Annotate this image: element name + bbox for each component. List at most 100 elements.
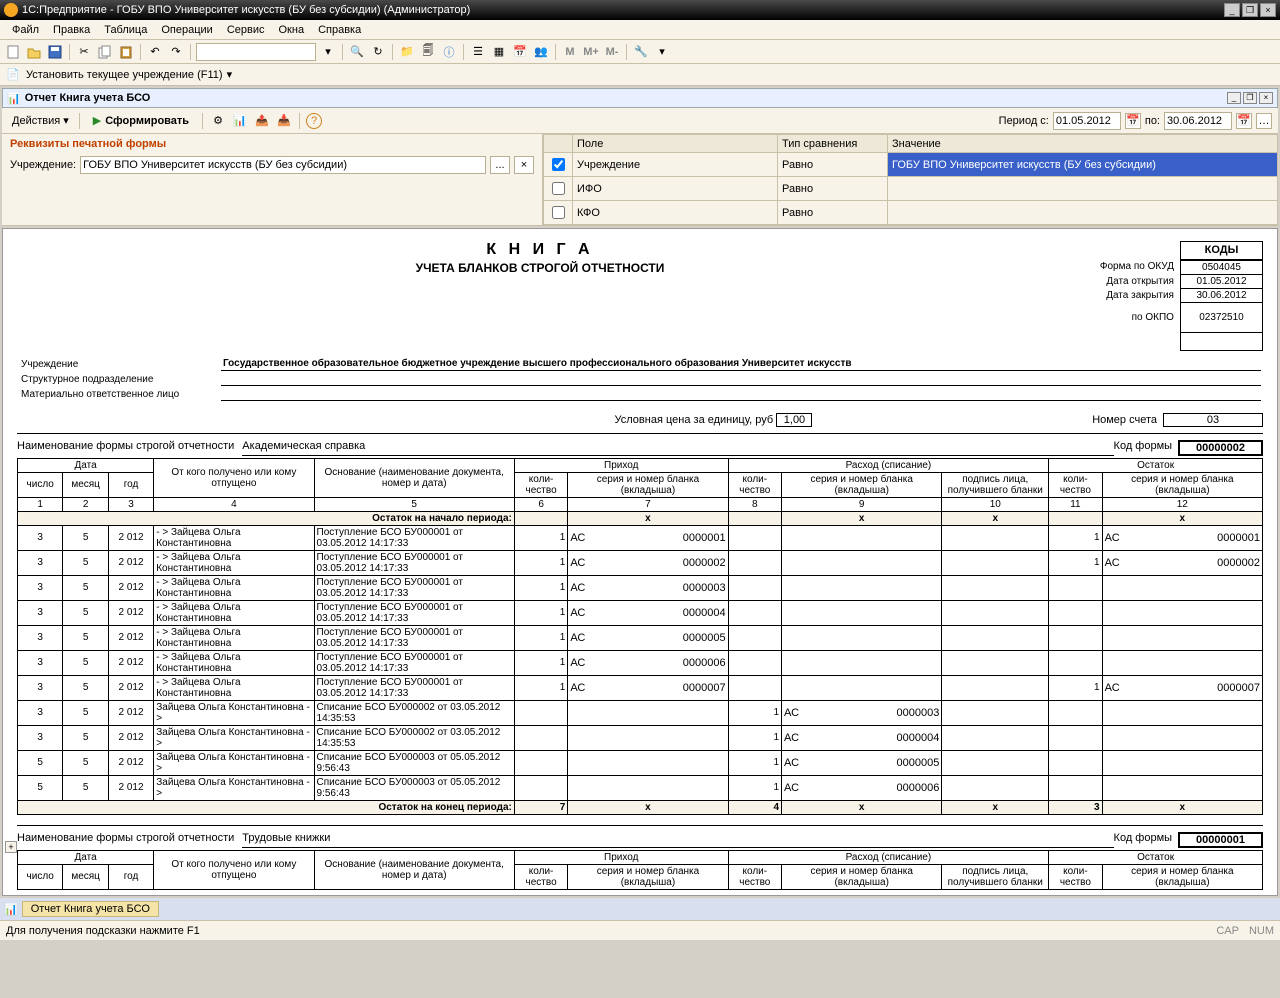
filter-row[interactable]: Учреждение Равно ГОБУ ВПО Университет ис…: [544, 153, 1278, 177]
taskbar-tab[interactable]: Отчет Книга учета БСО: [22, 901, 159, 917]
table-row: 552 012Зайцева Ольга Константиновна - >С…: [18, 775, 1263, 800]
new-icon[interactable]: [4, 43, 22, 61]
search-dropdown-icon[interactable]: ▾: [319, 43, 337, 61]
table-row: 352 012- > Зайцева Ольга КонстантиновнаП…: [18, 550, 1263, 575]
status-bar: Для получения подсказки нажмите F1 CAP N…: [0, 920, 1280, 940]
import-icon[interactable]: 📥: [275, 112, 293, 130]
minimize-button[interactable]: _: [1224, 3, 1240, 17]
filter-row[interactable]: КФО Равно: [544, 201, 1278, 225]
search-input[interactable]: [196, 43, 316, 61]
report-title: К Н И Г А: [17, 241, 1063, 259]
refresh-icon[interactable]: ↻: [369, 43, 387, 61]
document-icon[interactable]: 📄: [4, 66, 22, 84]
separator: [190, 44, 191, 60]
filter-icon[interactable]: 📊: [231, 112, 249, 130]
filter-hdr-val: Значение: [888, 135, 1278, 153]
export-icon[interactable]: 📤: [253, 112, 271, 130]
table-row: 352 012Зайцева Ольга Константиновна - >С…: [18, 700, 1263, 725]
window-titlebar: 1С:Предприятие - ГОБУ ВПО Университет ис…: [0, 0, 1280, 20]
price-label: Условная цена за единицу, руб: [615, 414, 774, 426]
account-label: Номер счета: [1092, 414, 1157, 426]
table-row: 352 012- > Зайцева Ольга КонстантиновнаП…: [18, 650, 1263, 675]
filter-hdr-check: [544, 135, 573, 153]
org-toolbar: 📄 Установить текущее учреждение (F11) ▾: [0, 64, 1280, 86]
report-preview[interactable]: + К Н И Г А УЧЕТА БЛАНКОВ СТРОГОЙ ОТЧЕТН…: [2, 228, 1278, 896]
paste-icon[interactable]: [117, 43, 135, 61]
report-actionbar: Действия ▾ ▶ Сформировать ⚙ 📊 📤 📥 ? Пери…: [2, 108, 1278, 134]
expand-group-button[interactable]: +: [5, 841, 17, 853]
cut-icon[interactable]: ✂: [75, 43, 93, 61]
redo-icon[interactable]: ↷: [167, 43, 185, 61]
status-hint: Для получения подсказки нажмите F1: [6, 925, 200, 937]
mminus-icon[interactable]: M-: [603, 43, 621, 61]
table-row: 352 012- > Зайцева Ольга КонстантиновнаП…: [18, 525, 1263, 550]
m-icon[interactable]: M: [561, 43, 579, 61]
calendar-from-icon[interactable]: 📅: [1125, 113, 1141, 129]
menu-help[interactable]: Справка: [312, 22, 367, 38]
menu-table[interactable]: Таблица: [98, 22, 153, 38]
org-clear-button[interactable]: ×: [514, 156, 534, 174]
price-value: 1,00: [776, 413, 812, 427]
form-name-row-2: Наименование формы строгой отчетности Тр…: [17, 825, 1263, 848]
tools-icon[interactable]: 🔧: [632, 43, 650, 61]
table-row: 352 012- > Зайцева Ольга КонстантиновнаП…: [18, 600, 1263, 625]
data-table: Дата От кого получено или кому отпущено …: [17, 458, 1263, 815]
sub-close-button[interactable]: ×: [1259, 92, 1273, 104]
filter-hdr-cmp: Тип сравнения: [778, 135, 888, 153]
filter-hdr-field: Поле: [573, 135, 778, 153]
open-icon[interactable]: [25, 43, 43, 61]
filter-checkbox[interactable]: [552, 158, 565, 171]
close-button[interactable]: ×: [1260, 3, 1276, 17]
window-title: 1С:Предприятие - ГОБУ ВПО Университет ис…: [22, 4, 470, 16]
users-icon[interactable]: 👥: [532, 43, 550, 61]
sub-minimize-button[interactable]: _: [1227, 92, 1241, 104]
save-icon[interactable]: [46, 43, 64, 61]
menu-service[interactable]: Сервис: [221, 22, 271, 38]
period-select-icon[interactable]: …: [1256, 113, 1272, 129]
settings-icon[interactable]: ⚙: [209, 112, 227, 130]
separator: [626, 44, 627, 60]
table-row: 352 012- > Зайцева Ольга КонстантиновнаП…: [18, 625, 1263, 650]
calc-icon[interactable]: 🗐: [419, 43, 437, 61]
menu-windows[interactable]: Окна: [273, 22, 311, 38]
filter-row[interactable]: ИФО Равно: [544, 177, 1278, 201]
menu-file[interactable]: Файл: [6, 22, 45, 38]
filter-checkbox[interactable]: [552, 206, 565, 219]
grid-icon[interactable]: ▦: [490, 43, 508, 61]
menu-operations[interactable]: Операции: [155, 22, 218, 38]
folder-icon[interactable]: 📁: [398, 43, 416, 61]
copy-icon[interactable]: [96, 43, 114, 61]
table-row: 352 012- > Зайцева Ольга КонстантиновнаП…: [18, 675, 1263, 700]
generate-button[interactable]: ▶ Сформировать: [86, 111, 196, 130]
period-to-input[interactable]: [1164, 112, 1232, 130]
filter-checkbox[interactable]: [552, 182, 565, 195]
num-indicator: NUM: [1249, 925, 1274, 937]
org-info: УчреждениеГосударственное образовательно…: [17, 355, 1263, 403]
separator: [463, 44, 464, 60]
help-icon[interactable]: ?: [306, 113, 322, 129]
list-icon[interactable]: ☰: [469, 43, 487, 61]
actions-menu[interactable]: Действия ▾: [8, 112, 73, 129]
maximize-button[interactable]: ❐: [1242, 3, 1258, 17]
separator: [69, 44, 70, 60]
info-icon[interactable]: ⓘ: [440, 43, 458, 61]
period-to-label: по:: [1145, 115, 1160, 127]
zoom-icon[interactable]: 🔍: [348, 43, 366, 61]
set-org-button[interactable]: Установить текущее учреждение (F11): [26, 69, 223, 81]
calendar-icon[interactable]: 📅: [511, 43, 529, 61]
mplus-icon[interactable]: M+: [582, 43, 600, 61]
menu-edit[interactable]: Правка: [47, 22, 96, 38]
org-select-button[interactable]: ...: [490, 156, 510, 174]
org-input[interactable]: [80, 156, 486, 174]
separator: [202, 113, 203, 129]
separator: [79, 113, 80, 129]
report-params: Реквизиты печатной формы Учреждение: ...…: [2, 134, 1278, 226]
period-from-input[interactable]: [1053, 112, 1121, 130]
dropdown-icon[interactable]: ▾: [653, 43, 671, 61]
undo-icon[interactable]: ↶: [146, 43, 164, 61]
caps-indicator: CAP: [1216, 925, 1239, 937]
calendar-to-icon[interactable]: 📅: [1236, 113, 1252, 129]
sub-maximize-button[interactable]: ❐: [1243, 92, 1257, 104]
play-icon: ▶: [93, 114, 101, 127]
dropdown-icon[interactable]: ▾: [227, 68, 233, 81]
